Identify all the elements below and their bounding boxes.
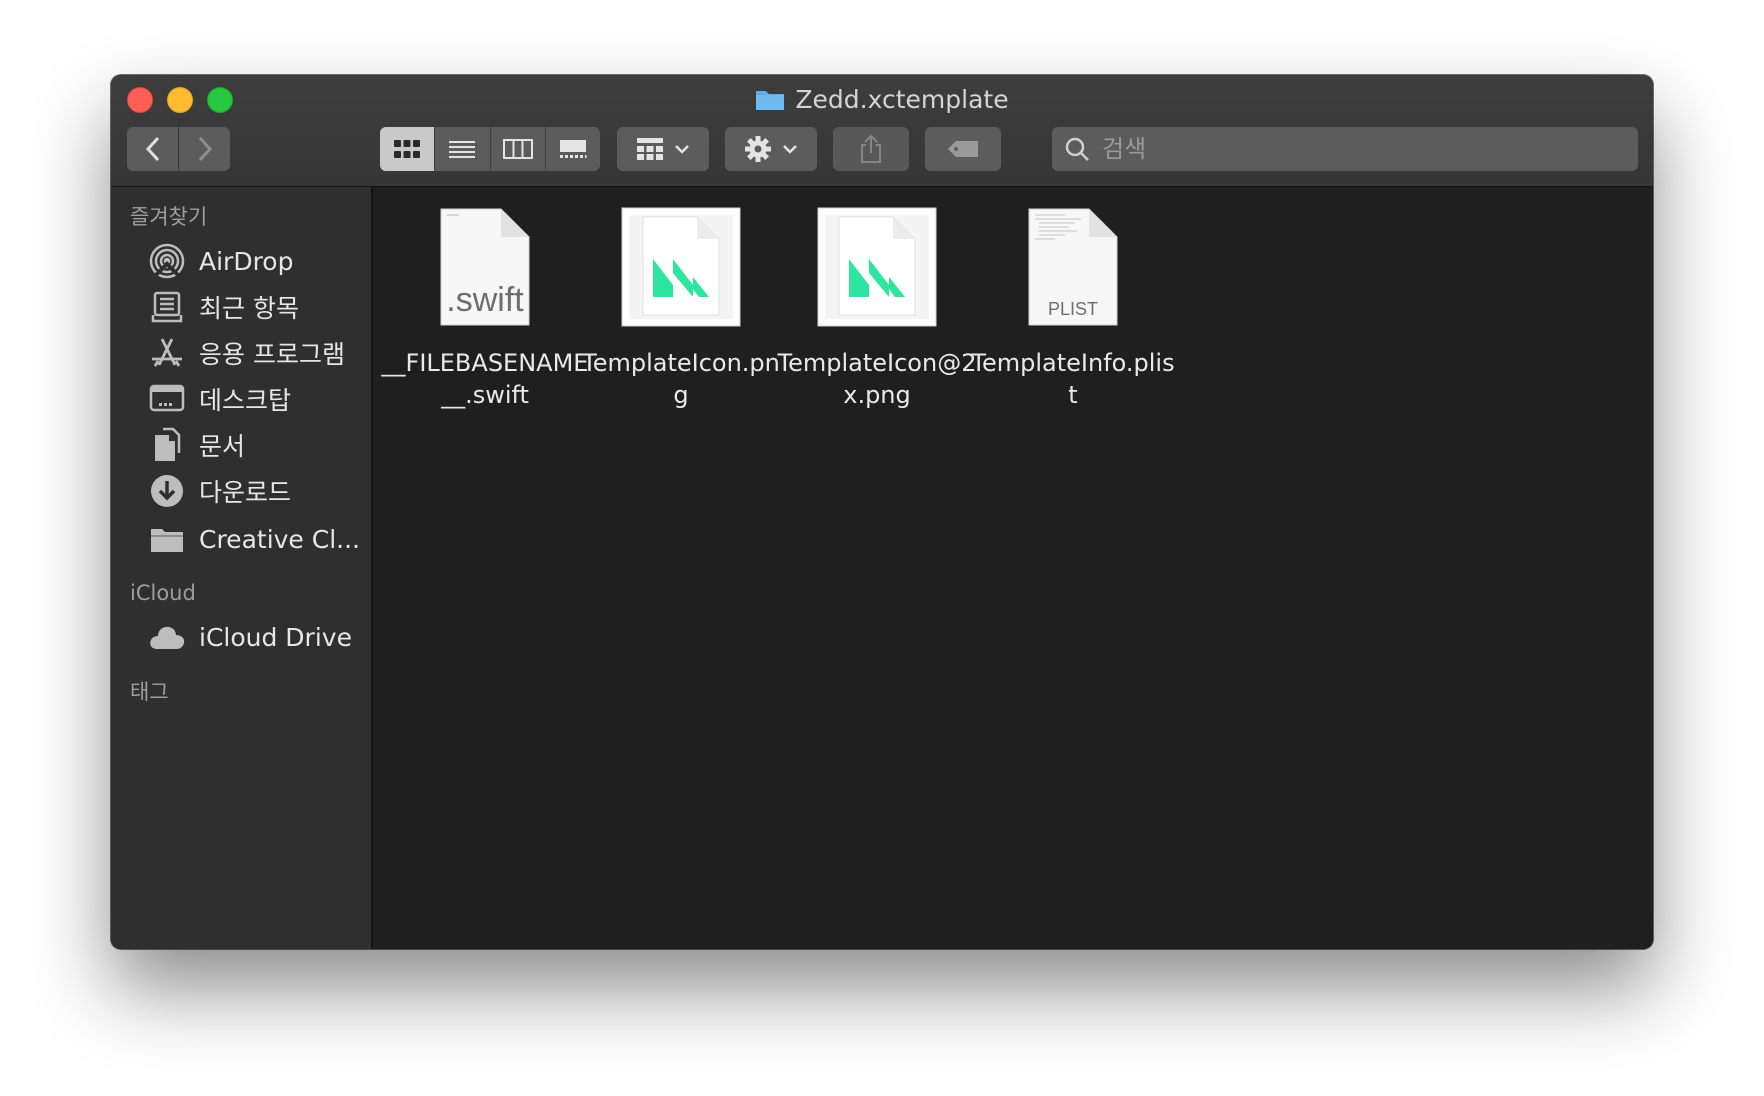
svg-text:PLIST: PLIST bbox=[1048, 299, 1098, 319]
sidebar-item-downloads[interactable]: 다운로드 bbox=[147, 469, 363, 513]
column-view-button[interactable] bbox=[489, 127, 545, 171]
sidebar-item-label: AirDrop bbox=[199, 246, 294, 276]
sidebar-item-recents[interactable]: 최근 항목 bbox=[147, 285, 363, 329]
action-menu-button[interactable] bbox=[725, 127, 817, 171]
tag-button[interactable] bbox=[925, 127, 1001, 171]
sidebar-header-icloud: iCloud bbox=[130, 581, 196, 605]
sidebar-header-tags: 태그 bbox=[130, 680, 169, 704]
airdrop-icon bbox=[147, 241, 187, 281]
recents-icon bbox=[147, 287, 187, 327]
file-name: TemplateIcon@2x.png bbox=[777, 349, 977, 409]
sidebar-item-label: 다운로드 bbox=[199, 478, 292, 507]
sidebar-item-label: Creative Cl... bbox=[199, 524, 360, 554]
list-view-button[interactable] bbox=[434, 127, 489, 171]
file-browser: .swift __FILEBASENAME__.swift TemplateIc… bbox=[373, 187, 1653, 949]
group-by-button[interactable] bbox=[617, 127, 709, 171]
sidebar-item-label: 응용 프로그램 bbox=[199, 340, 345, 369]
gallery-view-button[interactable] bbox=[544, 127, 600, 171]
arrange-grid-icon bbox=[637, 138, 663, 160]
sidebar-item-desktop[interactable]: 데스크탑 bbox=[147, 377, 363, 421]
gear-icon bbox=[745, 136, 771, 162]
documents-icon bbox=[147, 425, 187, 465]
sidebar-item-label: iCloud Drive bbox=[199, 622, 352, 652]
file-item[interactable]: PLIST TemplateInfo.plist bbox=[971, 207, 1175, 411]
sidebar-item-creative-cloud[interactable]: Creative Cl... bbox=[147, 517, 363, 561]
list-icon bbox=[449, 141, 476, 158]
image-thumbnail-icon bbox=[621, 207, 741, 327]
chevron-right-icon bbox=[198, 136, 212, 162]
chevron-down-icon bbox=[783, 145, 797, 154]
sidebar-item-documents[interactable]: 문서 bbox=[147, 423, 363, 467]
finder-window: Zedd.xctemplate 검색 즐겨찾기 AirDrop 최근 항목 응용… bbox=[111, 75, 1653, 949]
cloud-icon bbox=[147, 617, 187, 657]
swift-file-icon: .swift bbox=[425, 207, 545, 327]
folder-icon bbox=[147, 519, 187, 559]
window-title-text: Zedd.xctemplate bbox=[795, 84, 1009, 114]
file-name: TemplateIcon.png bbox=[582, 349, 780, 409]
sidebar-item-applications[interactable]: 응용 프로그램 bbox=[147, 331, 363, 375]
file-name: TemplateInfo.plist bbox=[971, 349, 1175, 409]
sidebar-item-label: 데스크탑 bbox=[199, 386, 292, 415]
sidebar-header-favorites: 즐겨찾기 bbox=[130, 205, 208, 229]
plist-file-icon: PLIST bbox=[1013, 207, 1133, 327]
sidebar-item-label: 문서 bbox=[199, 432, 246, 461]
tag-icon bbox=[948, 141, 978, 157]
chevron-down-icon bbox=[675, 145, 689, 154]
sidebar: 즐겨찾기 AirDrop 최근 항목 응용 프로그램 데스크탑 문서 다운로드 … bbox=[111, 187, 373, 949]
search-input[interactable] bbox=[1100, 134, 1604, 164]
folder-icon bbox=[756, 91, 785, 110]
sidebar-item-icloud-drive[interactable]: iCloud Drive bbox=[147, 615, 363, 659]
file-item[interactable]: .swift __FILEBASENAME__.swift bbox=[382, 207, 588, 411]
sidebar-item-airdrop[interactable]: AirDrop bbox=[147, 239, 363, 283]
columns-icon bbox=[502, 139, 533, 159]
chevron-left-icon bbox=[145, 136, 159, 162]
search-icon bbox=[1065, 137, 1089, 161]
window-title: Zedd.xctemplate bbox=[111, 83, 1653, 115]
navigation-buttons bbox=[127, 127, 230, 171]
view-mode-segmented-control bbox=[380, 127, 600, 171]
toolbar: Zedd.xctemplate bbox=[111, 75, 1653, 187]
file-name: __FILEBASENAME__.swift bbox=[381, 349, 589, 409]
back-button[interactable] bbox=[127, 127, 178, 171]
search-field[interactable] bbox=[1052, 127, 1638, 171]
file-item[interactable]: TemplateIcon.png bbox=[581, 207, 781, 411]
sidebar-item-label: 최근 항목 bbox=[199, 294, 299, 323]
applications-icon bbox=[147, 333, 187, 373]
gallery-icon bbox=[559, 140, 587, 158]
share-icon bbox=[861, 134, 881, 163]
icon-view-button[interactable] bbox=[380, 127, 435, 171]
downloads-icon bbox=[147, 471, 187, 511]
desktop-icon bbox=[147, 379, 187, 419]
file-item[interactable]: TemplateIcon@2x.png bbox=[777, 207, 977, 411]
svg-text:.swift: .swift bbox=[446, 281, 524, 319]
forward-button[interactable] bbox=[178, 127, 230, 171]
icon-grid-icon bbox=[394, 140, 421, 158]
image-thumbnail-icon bbox=[817, 207, 937, 327]
share-button[interactable] bbox=[833, 127, 909, 171]
